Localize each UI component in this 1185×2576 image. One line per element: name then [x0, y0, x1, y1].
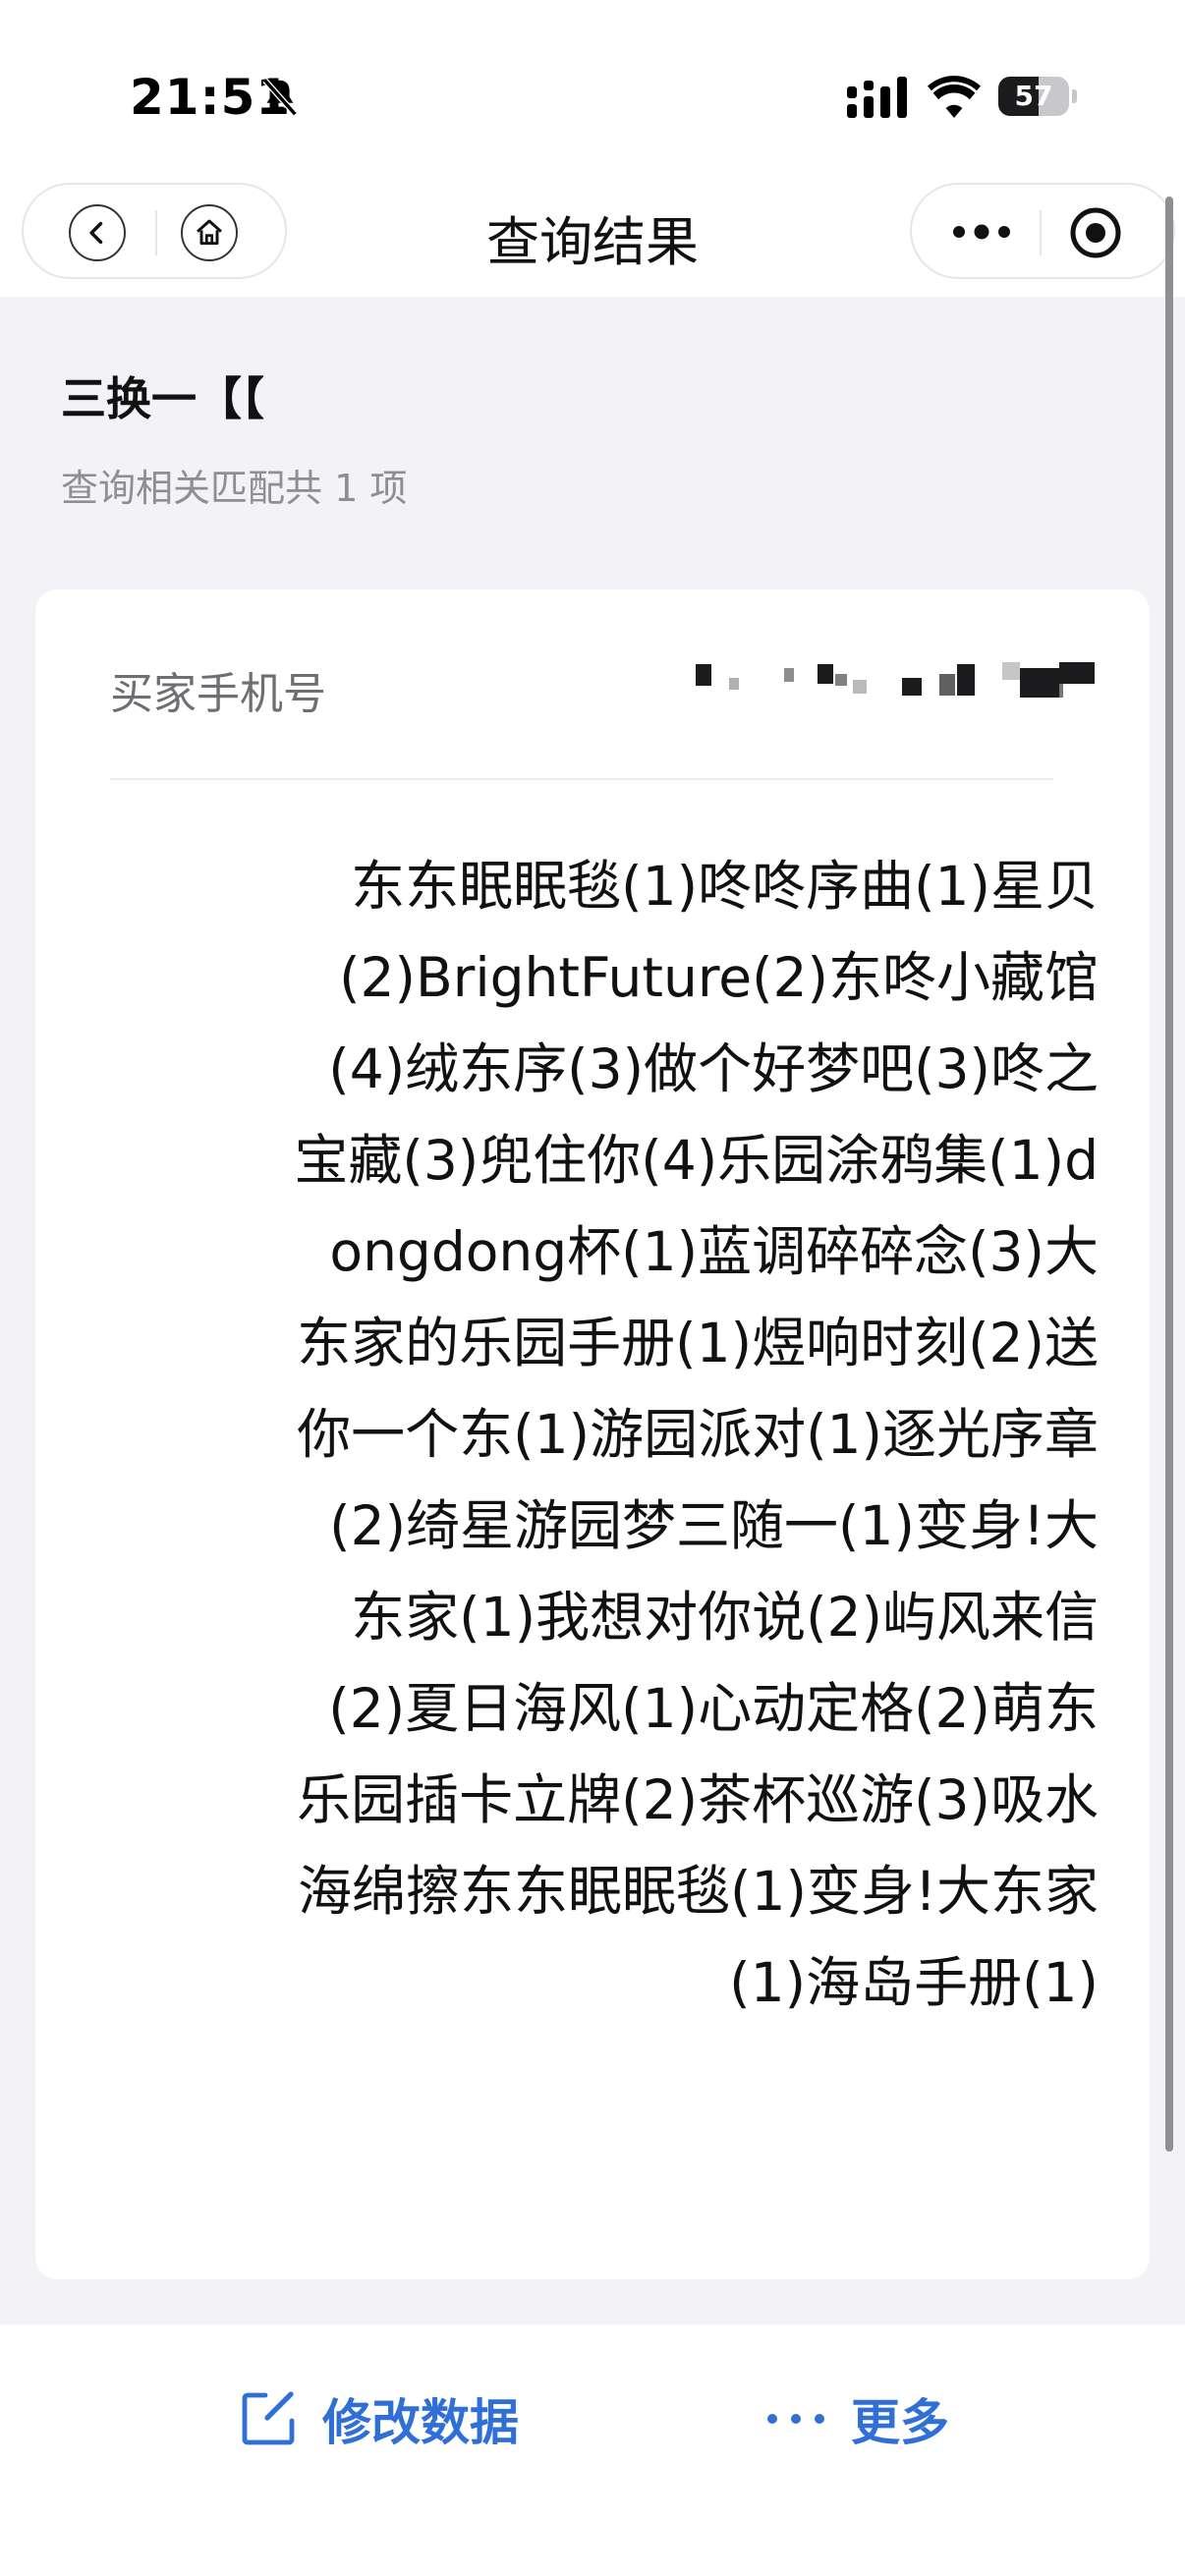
- scrollbar[interactable]: [1165, 196, 1173, 2152]
- battery-tip: [1072, 89, 1077, 103]
- wifi-icon: [928, 76, 981, 118]
- battery-icon: 57: [998, 77, 1077, 116]
- signal-icon: [847, 77, 907, 118]
- buyer-phone-label: 买家手机号: [110, 669, 326, 719]
- query-match-count: 查询相关匹配共 1 项: [61, 467, 408, 510]
- battery-level: 57: [1014, 80, 1053, 112]
- more-button[interactable]: 更多: [764, 2380, 949, 2458]
- close-target-icon[interactable]: [1069, 206, 1122, 259]
- status-bar: 21:51 57: [0, 0, 1185, 181]
- edit-data-label: 修改数据: [322, 2394, 519, 2451]
- nav-bar: 查询结果: [0, 181, 1185, 297]
- battery-body: 57: [998, 77, 1069, 116]
- edit-data-button[interactable]: 修改数据: [240, 2380, 519, 2458]
- nav-divider-right: [1040, 210, 1042, 255]
- bell-off-icon: [262, 78, 298, 117]
- result-card: 买家手机号 东东眠眠毯(1)咚咚序曲(1)星贝(2)BrightFuture(2…: [35, 589, 1150, 2279]
- nav-capsule-right: [910, 183, 1175, 279]
- card-divider: [110, 778, 1053, 780]
- query-title: 三换一【【: [61, 372, 264, 425]
- more-label: 更多: [851, 2394, 949, 2451]
- more-menu-button[interactable]: [947, 210, 1016, 253]
- buyer-phone-masked-value: [660, 660, 1099, 701]
- bottom-action-bar: 修改数据 更多: [0, 2324, 1185, 2576]
- more-dots-icon: [767, 2414, 824, 2424]
- edit-icon: [242, 2391, 295, 2445]
- more-dots-icon: [953, 224, 1010, 240]
- result-content-text: 东东眠眠毯(1)咚咚序曲(1)星贝(2)BrightFuture(2)东咚小藏馆…: [294, 855, 1099, 2014]
